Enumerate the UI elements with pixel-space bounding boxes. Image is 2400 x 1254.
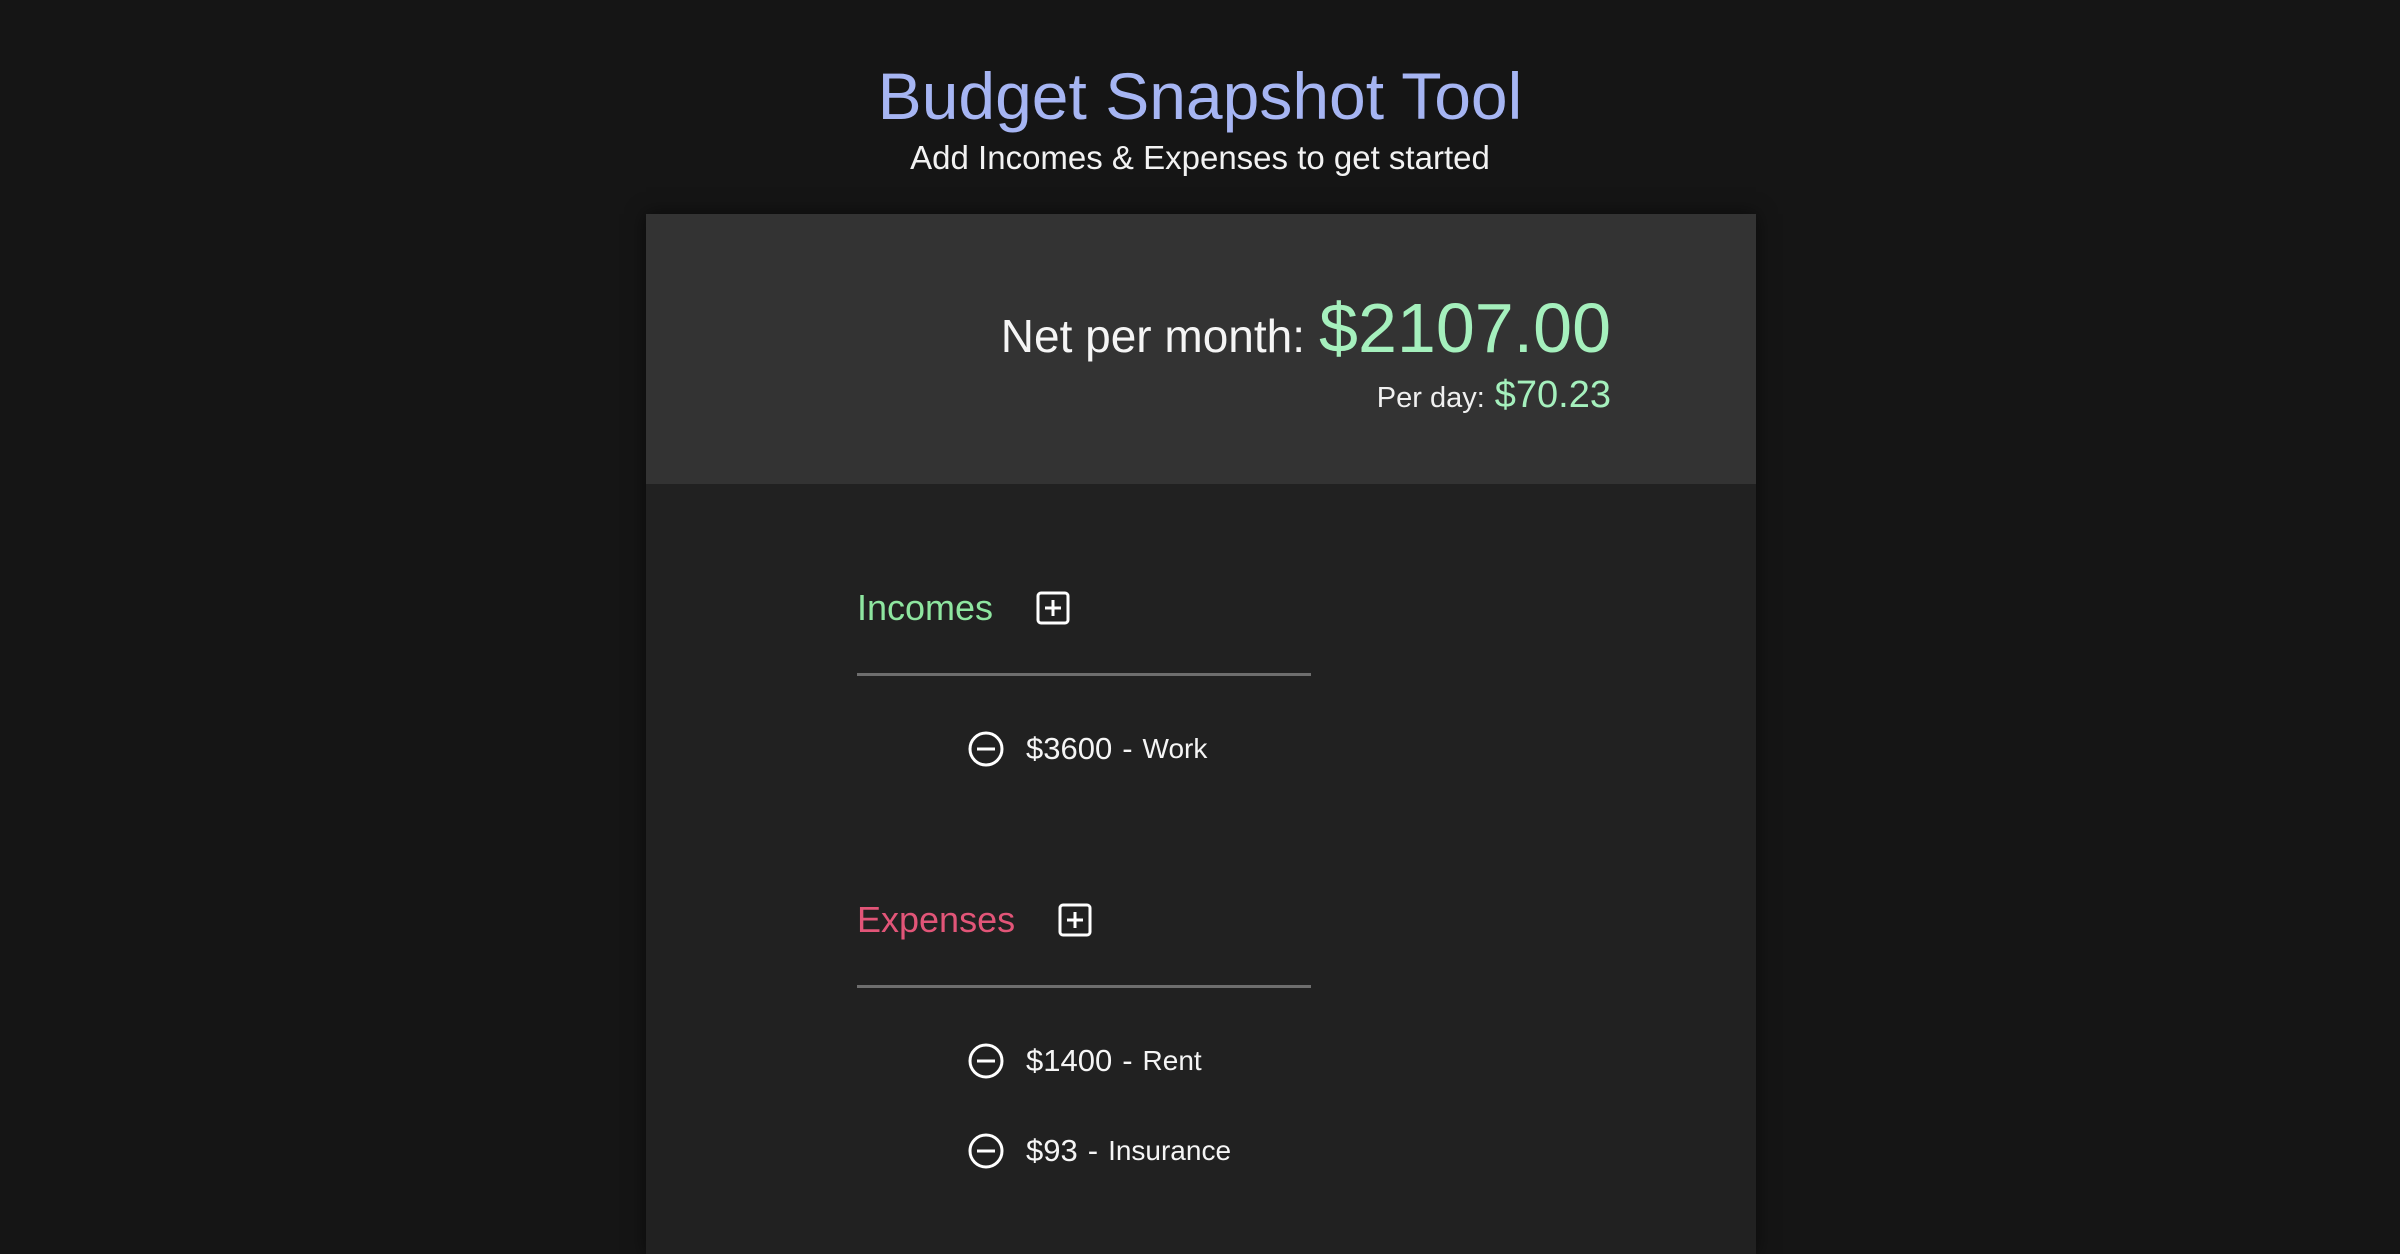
remove-expense-button[interactable] <box>966 1131 1006 1171</box>
expense-name: Insurance <box>1108 1135 1232 1166</box>
item-separator: - <box>1122 731 1133 766</box>
expense-name: Rent <box>1142 1045 1202 1076</box>
expense-item: $1400 - Rent <box>966 1041 1202 1081</box>
incomes-header: Incomes <box>857 586 1073 630</box>
add-income-button[interactable] <box>1033 588 1073 628</box>
minus-circle-icon <box>968 1133 1004 1169</box>
summary-panel: Net per month: $2107.00 Per day: $70.23 <box>646 214 1756 484</box>
incomes-title: Incomes <box>857 587 994 628</box>
income-item: $3600 - Work <box>966 729 1207 769</box>
budget-card: Net per month: $2107.00 Per day: $70.23 … <box>646 214 1756 1254</box>
incomes-divider <box>857 673 1311 676</box>
minus-circle-icon <box>968 1043 1004 1079</box>
item-separator: - <box>1087 1133 1099 1168</box>
expense-amount: $1400 <box>1026 1043 1113 1078</box>
net-per-month-row: Net per month: $2107.00 <box>1001 288 1611 368</box>
expenses-divider <box>857 985 1311 988</box>
plus-square-icon <box>1036 591 1070 625</box>
page-title: Budget Snapshot Tool <box>877 59 1523 133</box>
expenses-title: Expenses <box>857 899 1016 940</box>
per-day-label: Per day: <box>1376 382 1485 414</box>
page: Budget Snapshot Tool Add Incomes & Expen… <box>0 0 2400 1254</box>
plus-square-icon <box>1058 903 1092 937</box>
per-day-row: Per day: $70.23 <box>1377 374 1611 417</box>
remove-expense-button[interactable] <box>966 1041 1006 1081</box>
item-separator: - <box>1122 1043 1133 1078</box>
add-expense-button[interactable] <box>1055 900 1095 940</box>
income-name: Work <box>1142 733 1208 764</box>
net-per-month-label: Net per month: <box>1000 310 1306 362</box>
expense-amount: $93 <box>1026 1133 1078 1168</box>
income-amount: $3600 <box>1026 731 1113 766</box>
per-day-value: $70.23 <box>1494 374 1611 416</box>
minus-circle-icon <box>968 731 1004 767</box>
page-subtitle: Add Incomes & Expenses to get started <box>910 139 1490 176</box>
expenses-header: Expenses <box>857 898 1095 942</box>
remove-income-button[interactable] <box>966 729 1006 769</box>
net-per-month-value: $2107.00 <box>1319 289 1611 367</box>
expense-item: $93 - Insurance <box>966 1131 1231 1171</box>
